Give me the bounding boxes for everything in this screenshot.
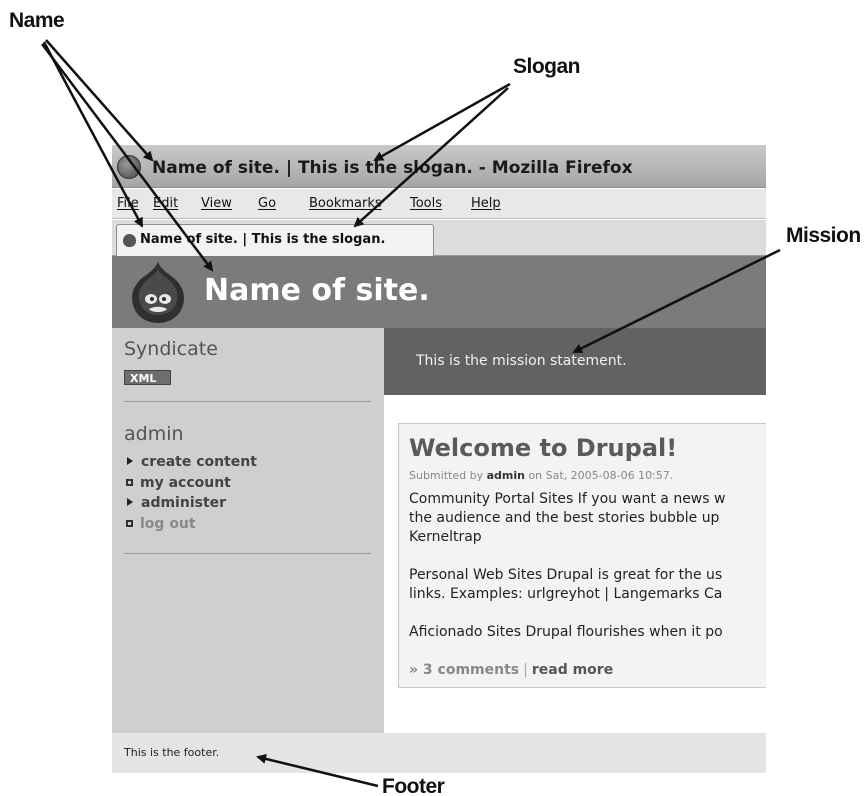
menu-edit[interactable]: Edit [153, 196, 178, 211]
callout-name-label: Name [9, 9, 65, 32]
browser-tab[interactable]: Name of site. | This is the slogan. [116, 224, 434, 256]
callout-footer-label: Footer [382, 775, 445, 796]
name-arrow-to-titlebar [45, 39, 154, 162]
menu-view[interactable]: View [201, 196, 232, 211]
node-links: » 3 comments | read more [409, 662, 613, 678]
nav-item-label: create content [141, 454, 257, 470]
footer-text: This is the footer. [124, 746, 220, 759]
menu-go[interactable]: Go [258, 196, 276, 211]
tab-bar: Name of site. | This is the slogan. [112, 220, 766, 256]
mission-statement: This is the mission statement. [416, 353, 627, 369]
node-body-line: links. Examples: urlgreyhot | Langemarks… [409, 586, 723, 602]
tab-label: Name of site. | This is the slogan. [140, 232, 386, 247]
node-submitted-info: Submitted by admin on Sat, 2005-08-06 10… [409, 469, 673, 482]
node-body-line: Community Portal Sites If you want a new… [409, 491, 726, 507]
site-header: Name of site. [112, 256, 766, 328]
square-bullet-icon [126, 520, 133, 527]
mission-statement-region: This is the mission statement. [384, 328, 766, 395]
xml-feed-badge[interactable]: XML [124, 370, 171, 385]
nav-item-log-out[interactable]: log out [124, 516, 196, 536]
node-body-line: Personal Web Sites Drupal is great for t… [409, 567, 723, 583]
main-content: Welcome to Drupal! Submitted by admin on… [384, 395, 766, 733]
site-footer: This is the footer. [112, 733, 766, 773]
nav-item-label: log out [140, 516, 196, 532]
syndicate-block-title: Syndicate [124, 338, 218, 360]
arrow-bullet-icon [127, 498, 133, 506]
read-more-link[interactable]: read more [532, 662, 613, 678]
node-body-line: Aficionado Sites Drupal flourishes when … [409, 624, 723, 640]
node-body-line: the audience and the best stories bubble… [409, 510, 720, 526]
drupal-logo-icon[interactable] [124, 258, 192, 326]
nav-item-label: my account [140, 475, 231, 491]
window-titlebar: Name of site. | This is the slogan. - Mo… [112, 145, 766, 188]
link-separator: | [523, 662, 528, 678]
sidebar: Syndicate XML admin create content my ac… [112, 328, 384, 733]
node-title[interactable]: Welcome to Drupal! [409, 434, 677, 462]
callout-slogan-label: Slogan [513, 55, 581, 78]
sidebar-divider [124, 553, 371, 554]
browser-window: Name of site. | This is the slogan. - Mo… [112, 145, 766, 773]
menu-tools[interactable]: Tools [410, 196, 442, 211]
submitted-prefix: Submitted by [409, 469, 484, 482]
drupal-favicon-icon [123, 234, 136, 247]
nav-item-create-content[interactable]: create content [124, 454, 257, 474]
square-bullet-icon [126, 479, 133, 486]
arrow-bullet-icon [127, 457, 133, 465]
user-block-title: admin [124, 423, 184, 445]
window-title: Name of site. | This is the slogan. - Mo… [152, 158, 633, 178]
node-body-line: Kerneltrap [409, 529, 482, 545]
nav-item-label: administer [141, 495, 227, 511]
menu-bar: File Edit View Go Bookmarks Tools Help [112, 189, 766, 219]
node-teaser: Welcome to Drupal! Submitted by admin on… [398, 423, 766, 688]
comments-link[interactable]: » 3 comments [409, 662, 519, 678]
sidebar-divider [124, 401, 371, 402]
nav-item-my-account[interactable]: my account [124, 475, 231, 495]
node-date: on Sat, 2005-08-06 10:57. [528, 469, 674, 482]
menu-file[interactable]: File [117, 196, 139, 211]
menu-help[interactable]: Help [471, 196, 501, 211]
nav-item-administer[interactable]: administer [124, 495, 226, 515]
menu-bookmarks[interactable]: Bookmarks [309, 196, 382, 211]
node-author-link[interactable]: admin [487, 469, 525, 482]
site-name[interactable]: Name of site. [204, 273, 430, 308]
firefox-icon [117, 155, 141, 179]
callout-mission-label: Mission [786, 224, 861, 247]
